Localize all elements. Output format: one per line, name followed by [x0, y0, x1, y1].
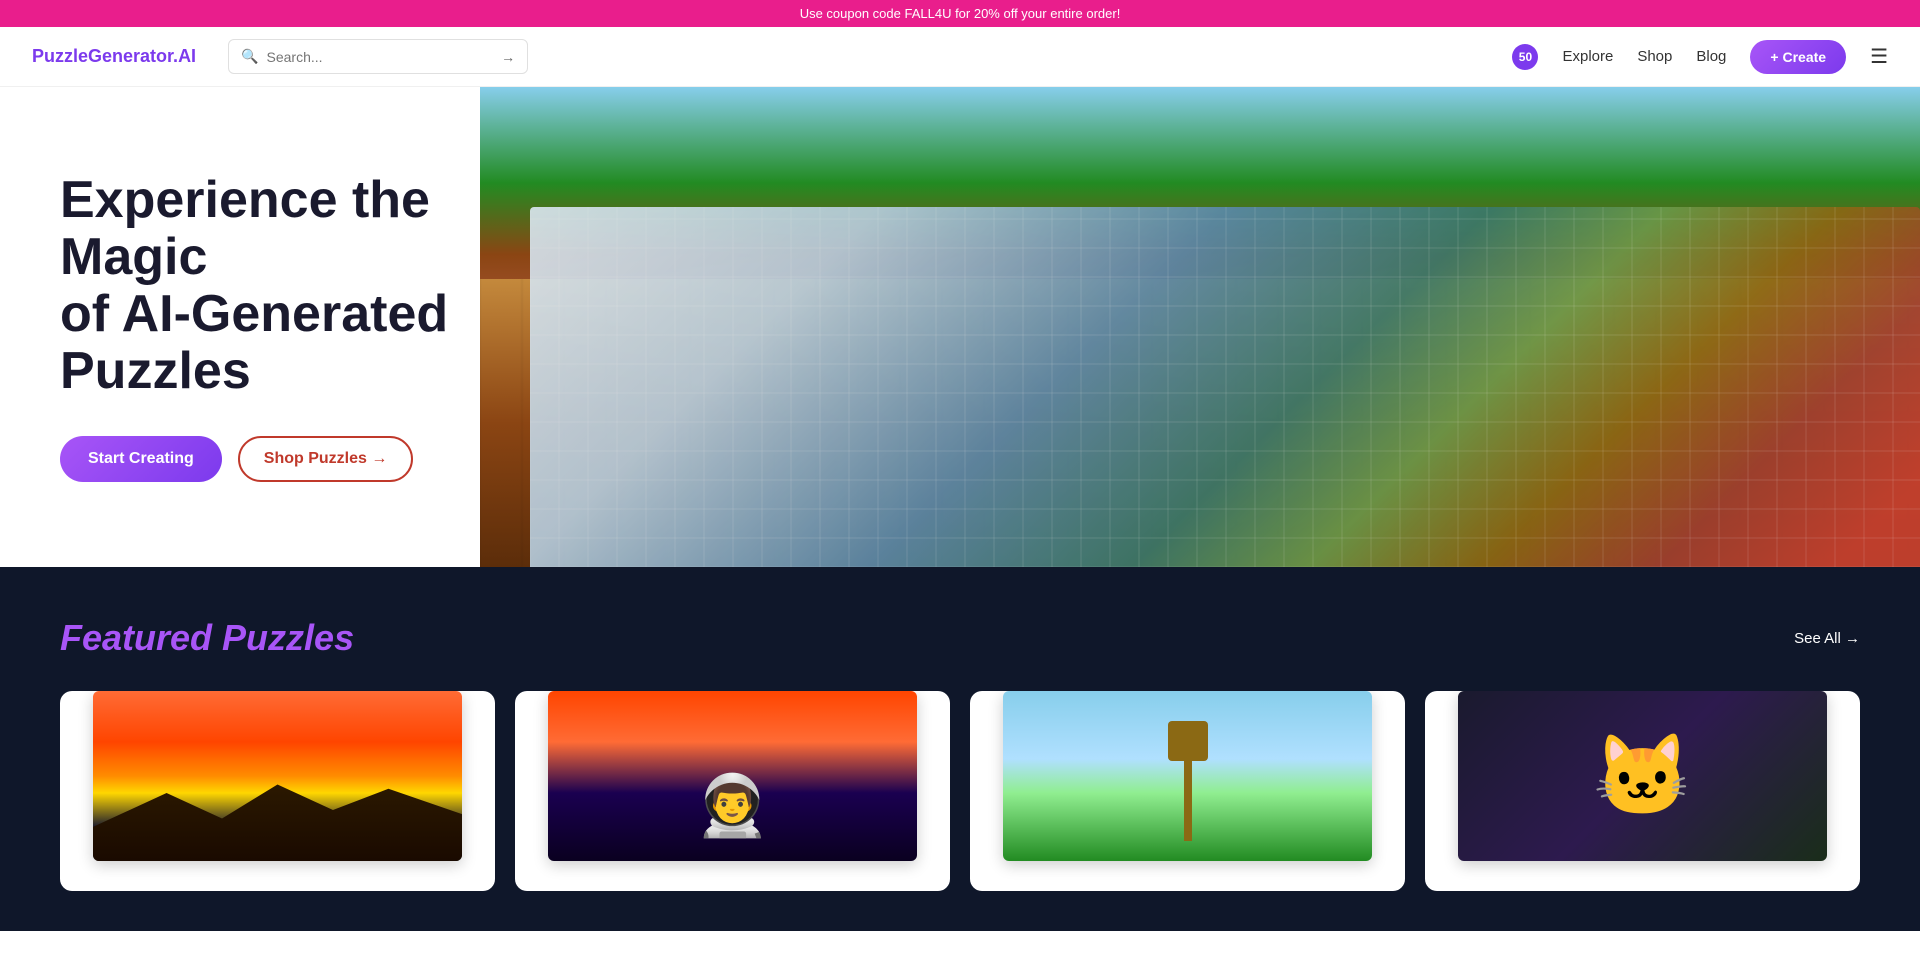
featured-title-accent: Puzzles [222, 617, 354, 658]
hero-section: Experience the Magic of AI-Generated Puz… [0, 87, 1920, 567]
logo-accent: AI [178, 46, 196, 66]
search-submit-icon[interactable]: → [501, 49, 515, 65]
puzzle-card-image-windmill [1003, 691, 1373, 861]
puzzle-card-inner [1003, 691, 1373, 861]
nav-shop[interactable]: Shop [1637, 48, 1672, 65]
site-header: PuzzleGenerator.AI 🔍 → 50 Explore Shop B… [0, 27, 1920, 87]
shop-puzzles-button[interactable]: Shop Puzzles → [238, 436, 414, 482]
puzzle-card-image-astronaut [548, 691, 918, 861]
puzzle-card-inner [1458, 691, 1828, 861]
puzzle-image-overlay [530, 207, 1920, 567]
featured-title-plain: Featured [60, 617, 222, 658]
create-button[interactable]: + Create [1750, 40, 1846, 74]
puzzle-card-inner [93, 691, 463, 861]
puzzle-card[interactable] [1425, 691, 1860, 891]
featured-title: Featured Puzzles [60, 617, 354, 659]
search-input[interactable] [267, 49, 494, 65]
puzzle-card[interactable] [515, 691, 950, 891]
nav-badge-count[interactable]: 50 [1512, 44, 1538, 70]
puzzle-card-image-cat [1458, 691, 1828, 861]
hero-background-image [480, 87, 1920, 567]
hero-title: Experience the Magic of AI-Generated Puz… [60, 172, 560, 401]
promo-text: Use coupon code FALL4U for 20% off your … [800, 6, 1121, 21]
puzzle-card-image-sunset [93, 691, 463, 861]
hero-title-line2: of AI-Generated Puzzles [60, 285, 448, 400]
hamburger-menu[interactable]: ☰ [1870, 44, 1888, 69]
puzzle-grid [60, 691, 1860, 891]
featured-section: Featured Puzzles See All → [0, 567, 1920, 931]
promo-banner: Use coupon code FALL4U for 20% off your … [0, 0, 1920, 27]
logo-text-plain: PuzzleGenerator. [32, 46, 178, 66]
puzzle-card[interactable] [970, 691, 1405, 891]
see-all-link[interactable]: See All → [1794, 630, 1860, 647]
hero-buttons: Start Creating Shop Puzzles → [60, 436, 560, 482]
puzzle-card[interactable] [60, 691, 495, 891]
puzzle-card-inner [548, 691, 918, 861]
header-nav: 50 Explore Shop Blog + Create ☰ [1512, 40, 1888, 74]
start-creating-button[interactable]: Start Creating [60, 436, 222, 482]
search-icon: 🔍 [241, 48, 258, 65]
hero-content: Experience the Magic of AI-Generated Puz… [0, 172, 620, 483]
featured-header: Featured Puzzles See All → [60, 617, 1860, 659]
site-logo[interactable]: PuzzleGenerator.AI [32, 46, 196, 67]
hero-title-line1: Experience the Magic [60, 171, 430, 286]
nav-explore[interactable]: Explore [1562, 48, 1613, 65]
nav-blog[interactable]: Blog [1696, 48, 1726, 65]
search-bar[interactable]: 🔍 → [228, 39, 528, 74]
